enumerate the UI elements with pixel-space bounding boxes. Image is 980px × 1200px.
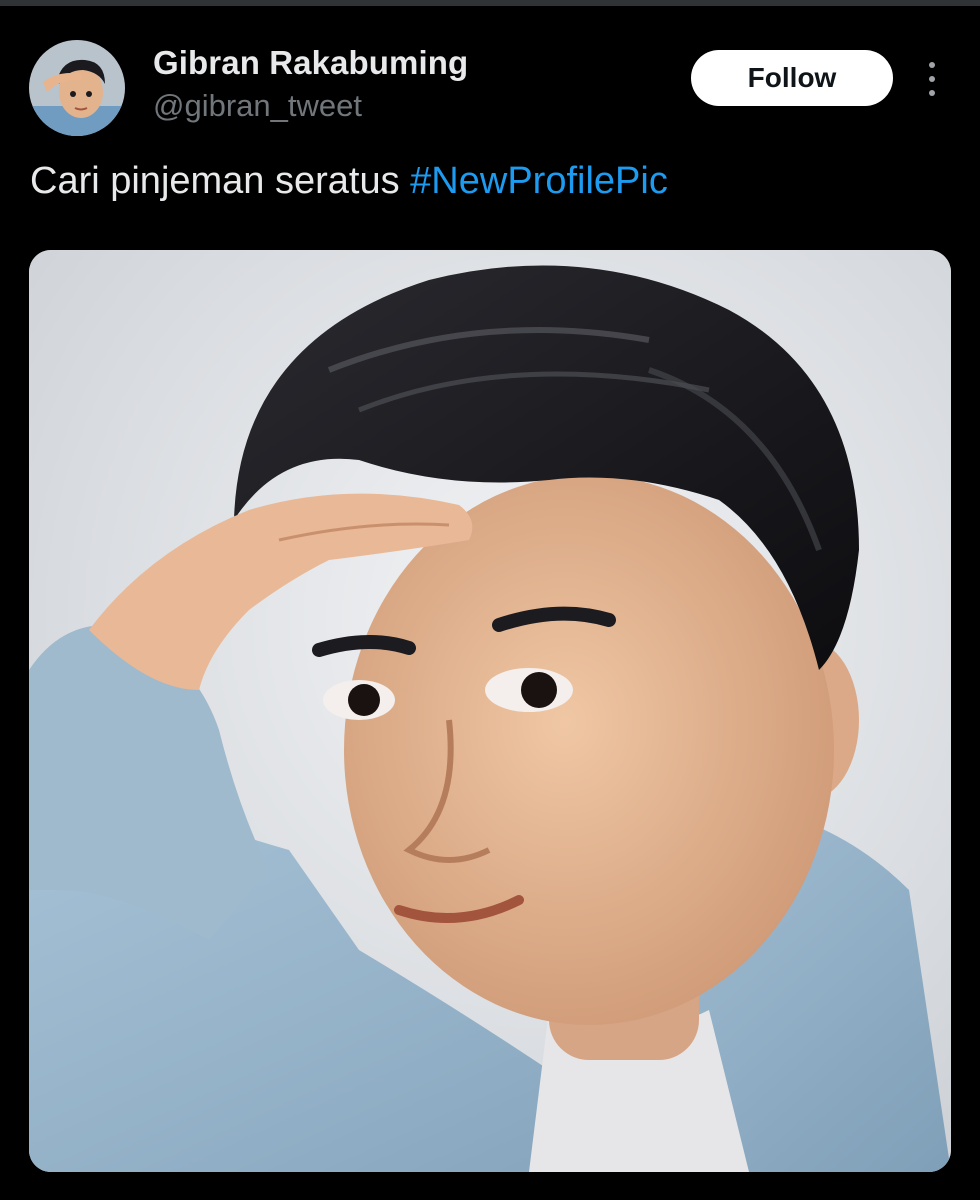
more-dot [929,76,935,82]
tweet-image[interactable] [29,250,951,1172]
more-options-icon[interactable] [918,62,946,96]
top-divider [0,0,980,6]
author-name[interactable]: Gibran Rakabuming [153,44,468,82]
author-handle[interactable]: @gibran_tweet [153,88,362,124]
more-dot [929,62,935,68]
author-avatar[interactable] [29,40,125,136]
tweet-text: Cari pinjeman seratus #NewProfilePic [30,160,668,203]
follow-button[interactable]: Follow [691,50,893,106]
tweet-body: Cari pinjeman seratus [30,160,411,202]
hashtag-link[interactable]: #NewProfilePic [410,160,668,202]
more-dot [929,90,935,96]
